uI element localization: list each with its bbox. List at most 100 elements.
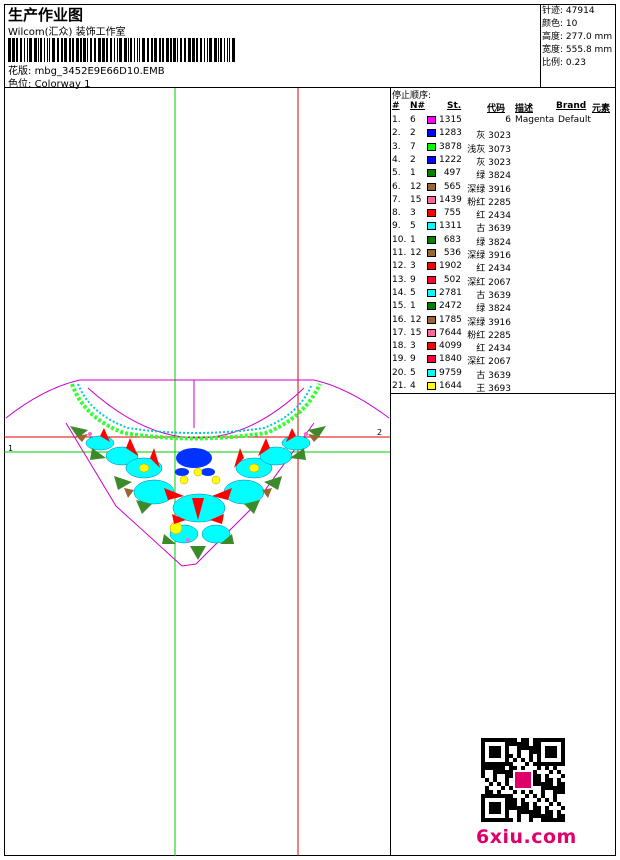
- row-code: 红 2434: [476, 344, 511, 355]
- color-swatch: [427, 302, 436, 311]
- color-swatch: [427, 222, 436, 231]
- row-stitches: 3878: [439, 141, 462, 152]
- table-row: 8. 3 755 红 2434: [391, 207, 616, 222]
- color-swatch: [427, 142, 436, 151]
- row-stitches: 7644: [439, 327, 462, 338]
- row-needle: 6: [410, 115, 416, 125]
- row-needle: 12: [410, 248, 422, 258]
- row-stitches: 1902: [439, 261, 462, 272]
- row-needle: 3: [410, 261, 416, 272]
- row-index: 14.: [392, 287, 407, 298]
- stat-colors: 颜色: 10: [542, 19, 578, 29]
- color-swatch: [427, 182, 436, 191]
- row-index: 17.: [392, 327, 407, 338]
- row-stitches: 2472: [439, 301, 462, 312]
- row-index: 9.: [392, 221, 401, 232]
- row-needle: 9: [410, 274, 416, 285]
- col-header-code: 代码: [487, 104, 506, 114]
- color-swatch: [427, 288, 436, 297]
- stop-sequence-panel: 停止顺序: # N# St. 代码 描述 Brand 元素 1. 6 1315 6 Ma…: [391, 88, 616, 394]
- guide-label-2: 2: [377, 428, 382, 437]
- row-code: 浅灰 3073: [467, 144, 511, 155]
- row-code: 6: [505, 115, 511, 125]
- row-stitches: 1439: [439, 194, 462, 205]
- row-code: 深红 2067: [467, 277, 511, 288]
- table-row: 2. 2 1283 灰 3023: [391, 127, 616, 142]
- color-swatch: [427, 116, 436, 124]
- row-code: 深绿 3916: [467, 184, 511, 195]
- row-needle: 3: [410, 208, 416, 219]
- row-code: 灰 3023: [476, 131, 511, 142]
- col-header-description: 描述: [515, 104, 534, 114]
- color-swatch: [427, 342, 436, 351]
- row-index: 5.: [392, 168, 401, 179]
- row-needle: 1: [410, 168, 416, 179]
- color-swatch: [427, 249, 436, 257]
- color-swatch: [427, 235, 436, 244]
- row-needle: 5: [410, 221, 416, 232]
- row-stitches: 1311: [439, 221, 462, 232]
- design-preview: 1 2: [4, 88, 391, 856]
- row-needle: 4: [410, 381, 416, 391]
- row-needle: 7: [410, 141, 416, 152]
- row-code: 深绿 3916: [467, 251, 511, 261]
- row-code: 王 3693: [476, 384, 511, 394]
- table-row: 12. 3 1902 红 2434: [391, 260, 616, 274]
- row-stitches: 1222: [439, 154, 462, 165]
- row-needle: 12: [410, 181, 422, 192]
- table-row: 21. 4 1644 王 3693: [391, 380, 616, 394]
- row-brand: Default: [558, 115, 591, 125]
- row-needle: 2: [410, 154, 416, 165]
- table-row: 1. 6 1315 6 Magenta Default: [391, 114, 616, 127]
- row-index: 15.: [392, 301, 407, 312]
- row-index: 11.: [392, 248, 407, 258]
- color-swatch: [427, 328, 436, 337]
- stat-height: 高度: 277.0 mm: [542, 32, 613, 42]
- row-stitches: 2781: [439, 287, 462, 298]
- col-header-needle: N#: [410, 101, 426, 111]
- row-description: Magenta: [515, 115, 555, 125]
- table-row: 19. 9 1840 深红 2067: [391, 353, 616, 367]
- table-row: 7. 15 1439 粉红 2285: [391, 194, 616, 208]
- row-code: 粉红 2285: [467, 197, 511, 208]
- row-index: 18.: [392, 341, 407, 352]
- color-swatch: [427, 275, 436, 284]
- row-code: 灰 3023: [476, 157, 511, 168]
- company-name: Wilcom(汇众) 装饰工作室: [8, 27, 126, 38]
- page-title: 生产作业图: [8, 6, 84, 24]
- row-index: 6.: [392, 181, 401, 192]
- color-swatch: [427, 315, 436, 324]
- table-row: 10. 1 683 绿 3824: [391, 234, 616, 248]
- table-row: 16. 12 1785 深绿 3916: [391, 314, 616, 328]
- row-needle: 2: [410, 128, 416, 139]
- color-swatch: [427, 169, 436, 178]
- row-index: 1.: [392, 115, 401, 125]
- table-row: 3. 7 3878 浅灰 3073: [391, 141, 616, 155]
- table-row: 18. 3 4099 红 2434: [391, 340, 616, 355]
- header: 生产作业图 Wilcom(汇众) 装饰工作室 花版: mbg_3452E9E66…: [4, 4, 540, 90]
- color-swatch: [427, 355, 436, 364]
- row-index: 7.: [392, 194, 401, 205]
- row-index: 8.: [392, 208, 401, 219]
- row-stitches: 683: [443, 234, 461, 245]
- row-code: 红 2434: [476, 211, 511, 222]
- row-code: 绿 3824: [476, 237, 511, 248]
- table-row: 5. 1 497 绿 3824: [391, 167, 616, 181]
- row-needle: 5: [410, 287, 416, 298]
- row-stitches: 1283: [439, 128, 462, 139]
- stat-stitches: 针迹: 47914: [542, 6, 595, 16]
- row-stitches: 9759: [439, 367, 462, 378]
- row-index: 16.: [392, 314, 407, 325]
- table-row: 13. 9 502 深红 2067: [391, 274, 616, 288]
- row-needle: 15: [410, 194, 422, 205]
- row-stitches: 565: [443, 181, 461, 192]
- embroidery-canvas: 1 2: [4, 88, 390, 856]
- col-header-index: #: [392, 101, 400, 111]
- table-row: 20. 5 9759 古 3639: [391, 367, 616, 381]
- watermark-text: 6xiu.com: [476, 826, 577, 848]
- row-needle: 1: [410, 301, 416, 312]
- qr-code: [481, 738, 565, 822]
- row-needle: 1: [410, 234, 416, 245]
- color-swatch: [427, 368, 436, 377]
- row-index: 21.: [392, 381, 407, 391]
